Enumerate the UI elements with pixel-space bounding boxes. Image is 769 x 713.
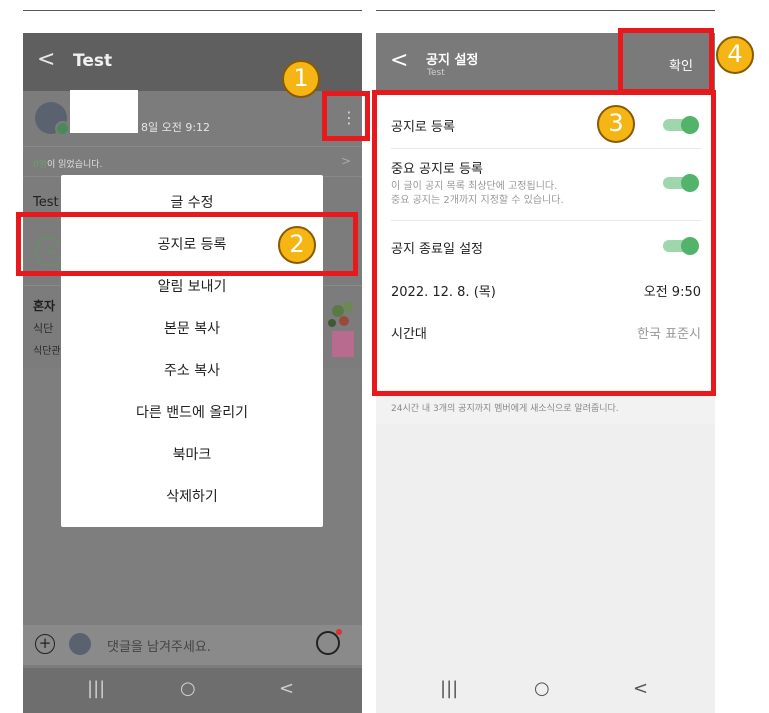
menu-item-delete[interactable]: 삭제하기 — [61, 476, 323, 518]
menu-item-copy-body[interactable]: 본문 복사 — [61, 308, 323, 350]
step-badge-2: 2 — [278, 226, 316, 264]
avatar — [69, 633, 91, 655]
post-date: 8일 오전 9:12 — [141, 121, 211, 134]
emoji-icon[interactable] — [316, 629, 342, 655]
band-card-line: 식단 — [33, 322, 54, 335]
home-icon[interactable]: ○ — [534, 678, 550, 699]
top-divider-right — [376, 10, 715, 11]
comment-bar: + 댓글을 남겨주세요. — [23, 625, 362, 665]
footnote-text: 24시간 내 3개의 공지까지 멤버에게 새소식으로 알려줍니다. — [391, 404, 619, 414]
add-attachment-icon[interactable]: + — [35, 634, 55, 654]
author-avatar[interactable] — [35, 102, 70, 136]
recent-apps-icon[interactable]: ||| — [440, 678, 458, 699]
author-name-redacted — [70, 90, 138, 133]
highlight-box-4 — [618, 28, 714, 94]
band-card-image — [328, 302, 354, 357]
back-nav-icon[interactable]: < — [279, 678, 294, 699]
band-card-line: 식단관 — [33, 346, 61, 357]
step-badge-1: 1 — [282, 60, 320, 98]
read-status[interactable]: 0명이 읽었습니다. — [33, 157, 102, 170]
step-badge-4: 4 — [716, 36, 754, 74]
page-title: Test — [73, 51, 113, 71]
step-badge-3: 3 — [597, 105, 635, 143]
menu-item-share-band[interactable]: 다른 밴드에 올리기 — [61, 392, 323, 434]
recent-apps-icon[interactable]: ||| — [87, 678, 105, 699]
top-divider-left — [23, 10, 362, 11]
page-title: 공지 설정 — [426, 53, 479, 68]
divider — [23, 146, 362, 147]
page-subtitle: Test — [427, 68, 445, 78]
back-icon[interactable]: < — [37, 47, 55, 72]
system-nav-bar: ||| ○ < — [376, 668, 715, 713]
highlight-box-1 — [322, 91, 370, 141]
highlight-box-3 — [372, 90, 716, 396]
back-icon[interactable]: < — [390, 48, 408, 73]
menu-item-copy-url[interactable]: 주소 복사 — [61, 350, 323, 392]
back-nav-icon[interactable]: < — [633, 678, 648, 699]
menu-item-bookmark[interactable]: 북마크 — [61, 434, 323, 476]
system-nav-bar: ||| ○ < — [23, 668, 362, 713]
home-icon[interactable]: ○ — [180, 678, 196, 699]
band-card-title: 혼자 — [33, 299, 56, 313]
read-count: 0명 — [33, 160, 48, 170]
comment-input[interactable]: 댓글을 남겨주세요. — [107, 636, 211, 655]
chevron-right-icon: > — [341, 154, 352, 168]
post-body: Test — [33, 195, 59, 210]
read-suffix: 이 읽었습니다. — [47, 160, 103, 170]
